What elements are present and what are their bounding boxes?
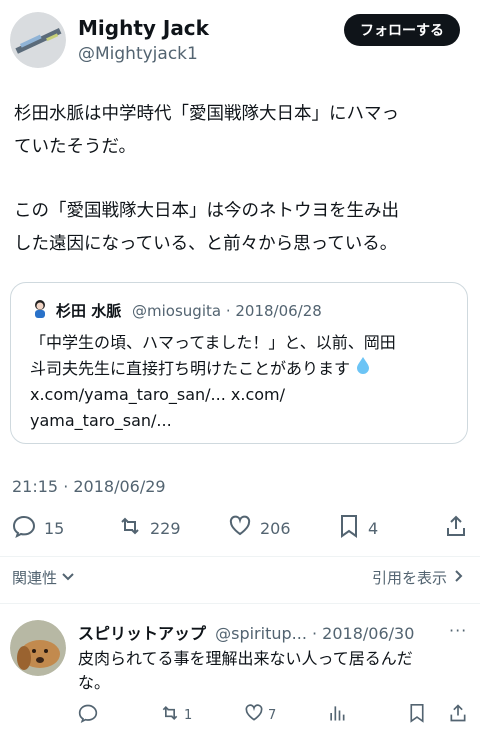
- related-label: 関連性: [12, 569, 58, 587]
- like-button[interactable]: 206: [228, 514, 291, 542]
- quoted-text-line-2-text: 斗司夫先生に直接打ち明けたことがあります: [30, 359, 351, 378]
- bookmark-count: 4: [368, 518, 379, 538]
- like-count: 206: [260, 518, 291, 538]
- quoted-link-line-1[interactable]: x.com/yama_taro_san/... x.com/: [30, 382, 285, 407]
- author-name[interactable]: Mighty Jack: [78, 16, 209, 40]
- share-icon: [444, 515, 468, 542]
- quoted-author-avatar: [30, 298, 50, 318]
- reply-share-button[interactable]: [448, 703, 468, 727]
- reply-icon: [12, 514, 36, 542]
- reply-views-button[interactable]: [327, 703, 347, 727]
- tweet-text-line-4: した遠因になっている、と前々から思っている。: [14, 234, 398, 254]
- reply-count: 15: [44, 518, 65, 538]
- divider: [0, 603, 480, 604]
- tweet-timestamp[interactable]: 21:15 · 2018/06/29: [12, 477, 166, 496]
- tweet-text-line-3: この「愛国戦隊大日本」は今のネトウヨを生み出: [14, 201, 399, 221]
- retweet-button[interactable]: 229: [118, 514, 181, 542]
- more-options-icon[interactable]: ···: [449, 621, 467, 640]
- reply-retweet-count: 1: [184, 707, 193, 723]
- reply-bookmark-button[interactable]: [408, 703, 426, 727]
- bookmark-icon: [408, 704, 426, 727]
- reply-author-avatar[interactable]: [10, 620, 66, 676]
- quoted-link-line-2[interactable]: yama_taro_san/...: [30, 408, 172, 433]
- reply-retweet-button[interactable]: 1: [160, 703, 192, 727]
- reply-text-line-1: 皮肉られてる事を理解出来ない人って居るんだ: [78, 649, 413, 668]
- reply-text-line-2: な。: [78, 673, 111, 692]
- share-button[interactable]: [444, 514, 468, 542]
- quoted-text-line-2: 斗司夫先生に直接打ち明けたことがあります: [30, 356, 370, 381]
- quoted-text-line-1: 「中学生の頃、ハマってました！」と、以前、岡田: [30, 333, 396, 352]
- reply-like-count: 7: [268, 707, 277, 723]
- heart-icon: [228, 514, 252, 542]
- quoted-author-handle-date[interactable]: @miosugita · 2018/06/28: [132, 302, 322, 320]
- quoted-author-name[interactable]: 杉田 水脈: [56, 302, 121, 320]
- reply-author-name[interactable]: スピリットアップ: [78, 624, 206, 643]
- bookmark-icon: [338, 514, 360, 542]
- reply-button[interactable]: 15: [12, 514, 64, 542]
- reply-reply-button[interactable]: [78, 703, 98, 727]
- follow-button[interactable]: フォローする: [344, 14, 460, 46]
- bookmark-button[interactable]: 4: [338, 514, 378, 542]
- author-avatar[interactable]: [10, 12, 66, 68]
- tweet-text-line-2: ていたそうだ。: [14, 137, 136, 157]
- reply-icon: [78, 704, 98, 727]
- author-handle[interactable]: @Mightyjack1: [78, 44, 198, 64]
- heart-icon: [244, 703, 264, 727]
- share-icon: [448, 704, 468, 727]
- retweet-icon: [118, 514, 142, 542]
- retweet-count: 229: [150, 518, 181, 538]
- tweet-text-line-1: 杉田水脈は中学時代「愛国戦隊大日本」にハマっ: [14, 104, 399, 124]
- reply-like-button[interactable]: 7: [244, 703, 276, 727]
- chevron-right-icon: [451, 569, 465, 587]
- view-quotes-label: 引用を表示: [372, 569, 448, 587]
- analytics-icon: [327, 706, 347, 727]
- reply-author-handle-date[interactable]: @spiritup... · 2018/06/30: [215, 624, 414, 643]
- divider: [0, 556, 480, 557]
- related-sort-button[interactable]: 関連性: [12, 567, 75, 588]
- chevron-down-icon: [61, 569, 75, 587]
- view-quotes-link[interactable]: 引用を表示: [372, 567, 465, 588]
- retweet-icon: [160, 703, 180, 727]
- droplet-icon: [356, 356, 370, 381]
